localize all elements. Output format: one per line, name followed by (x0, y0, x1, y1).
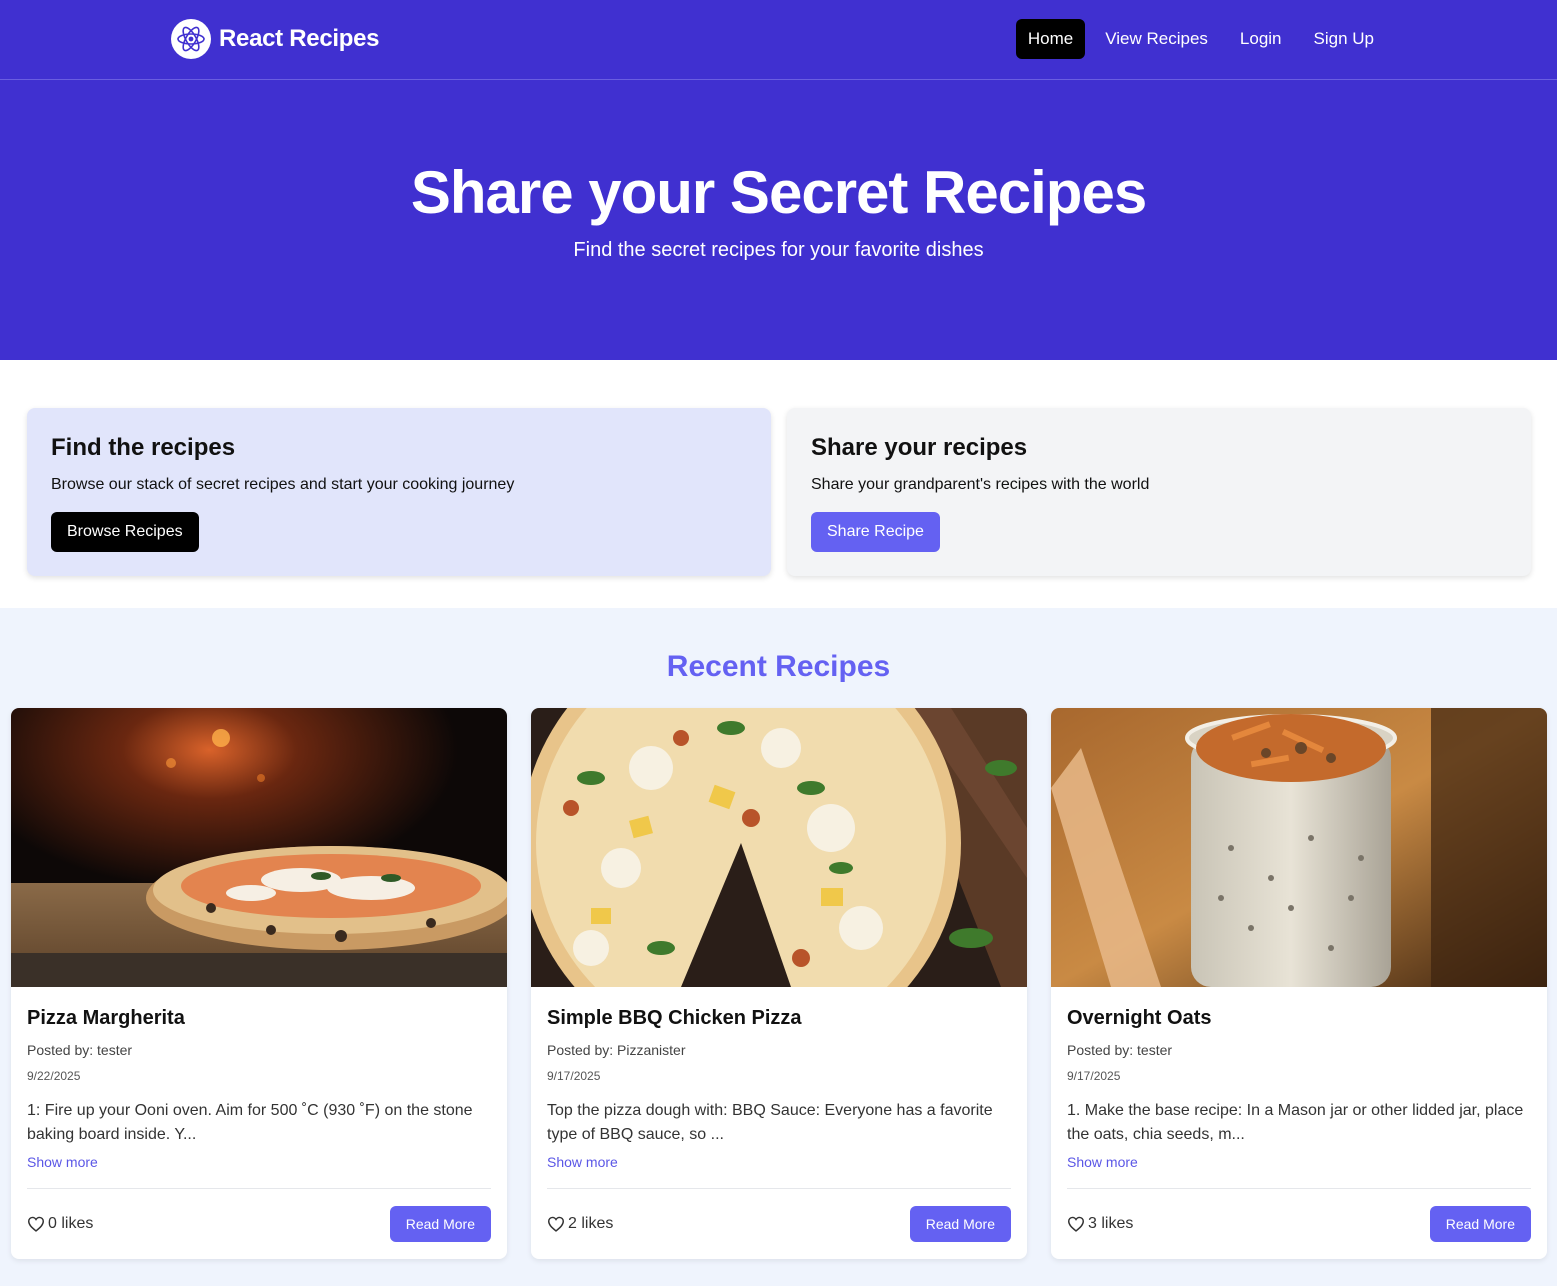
main-nav: Home View Recipes Login Sign Up (1008, 19, 1386, 59)
show-more-link[interactable]: Show more (27, 1154, 98, 1170)
react-logo-icon (171, 19, 211, 59)
heart-icon (27, 1216, 45, 1232)
recent-recipes-section: Recent Recipes Pizza Margherita Posted b… (0, 608, 1557, 1286)
recipe-description: Top the pizza dough with: BBQ Sauce: Eve… (547, 1102, 993, 1143)
read-more-button[interactable]: Read More (909, 1206, 1011, 1242)
find-recipes-card: Find the recipes Browse our stack of sec… (27, 408, 771, 576)
like-button[interactable]: 0 likes (27, 1215, 93, 1233)
recipe-body: Simple BBQ Chicken Pizza Posted by: Pizz… (531, 987, 1027, 1259)
recent-recipes-title: Recent Recipes (666, 650, 891, 683)
nav-login[interactable]: Login (1228, 19, 1294, 59)
divider (27, 1188, 491, 1189)
share-recipes-text: Share your grandparent's recipes with th… (811, 476, 1150, 493)
read-more-button[interactable]: Read More (1429, 1206, 1531, 1242)
share-recipes-card: Share your recipes Share your grandparen… (787, 408, 1531, 576)
hero-subtitle: Find the secret recipes for your favorit… (573, 239, 984, 261)
top-navbar: React Recipes Home View Recipes Login Si… (0, 0, 1557, 80)
likes-count: 3 likes (1088, 1215, 1134, 1232)
like-button[interactable]: 2 likes (547, 1215, 613, 1233)
read-more-button[interactable]: Read More (389, 1206, 491, 1242)
recipe-title[interactable]: Overnight Oats (1067, 1007, 1211, 1030)
recipe-date: 9/22/2025 (27, 1069, 81, 1083)
recipe-description: 1: Fire up your Ooni oven. Aim for 500 ˚… (27, 1102, 473, 1143)
recipe-card: Pizza Margherita Posted by: tester 9/22/… (11, 708, 507, 1259)
pizza-margherita-image[interactable] (11, 708, 507, 987)
find-recipes-text: Browse our stack of secret recipes and s… (51, 476, 515, 493)
brand-name: React Recipes (219, 25, 380, 52)
recipe-card: Overnight Oats Posted by: tester 9/17/20… (1051, 708, 1547, 1259)
overnight-oats-image[interactable] (1051, 708, 1547, 987)
recipe-author: Posted by: Pizzanister (547, 1042, 686, 1058)
recipe-author: Posted by: tester (1067, 1042, 1173, 1058)
divider (1067, 1188, 1531, 1189)
nav-view-recipes[interactable]: View Recipes (1093, 19, 1220, 59)
likes-count: 0 likes (48, 1215, 94, 1232)
recipe-title[interactable]: Pizza Margherita (27, 1007, 185, 1030)
show-more-link[interactable]: Show more (1067, 1154, 1138, 1170)
divider (547, 1188, 1011, 1189)
recipe-date: 9/17/2025 (547, 1069, 601, 1083)
promo-section: Find the recipes Browse our stack of sec… (0, 360, 1557, 608)
recipe-card: Simple BBQ Chicken Pizza Posted by: Pizz… (531, 708, 1027, 1259)
recipe-date: 9/17/2025 (1067, 1069, 1121, 1083)
recipe-title[interactable]: Simple BBQ Chicken Pizza (547, 1007, 802, 1030)
heart-icon (547, 1216, 565, 1232)
hero-title: Share your Secret Recipes (410, 159, 1147, 226)
likes-count: 2 likes (568, 1215, 614, 1232)
heart-icon (1067, 1216, 1085, 1232)
brand[interactable]: React Recipes (171, 19, 379, 59)
nav-sign-up[interactable]: Sign Up (1302, 19, 1386, 59)
bbq-chicken-pizza-image[interactable] (531, 708, 1027, 987)
nav-home[interactable]: Home (1015, 19, 1086, 59)
share-recipes-title: Share your recipes (811, 434, 1028, 461)
find-recipes-title: Find the recipes (51, 434, 236, 461)
recipe-author: Posted by: tester (27, 1042, 133, 1058)
share-recipe-button[interactable]: Share Recipe (811, 512, 940, 552)
browse-recipes-button[interactable]: Browse Recipes (51, 512, 199, 552)
show-more-link[interactable]: Show more (547, 1154, 618, 1170)
recipe-body: Pizza Margherita Posted by: tester 9/22/… (11, 987, 507, 1259)
hero-banner: Share your Secret Recipes Find the secre… (0, 80, 1557, 360)
recipe-body: Overnight Oats Posted by: tester 9/17/20… (1051, 987, 1547, 1259)
recipe-description: 1. Make the base recipe: In a Mason jar … (1067, 1102, 1524, 1143)
like-button[interactable]: 3 likes (1067, 1215, 1133, 1233)
